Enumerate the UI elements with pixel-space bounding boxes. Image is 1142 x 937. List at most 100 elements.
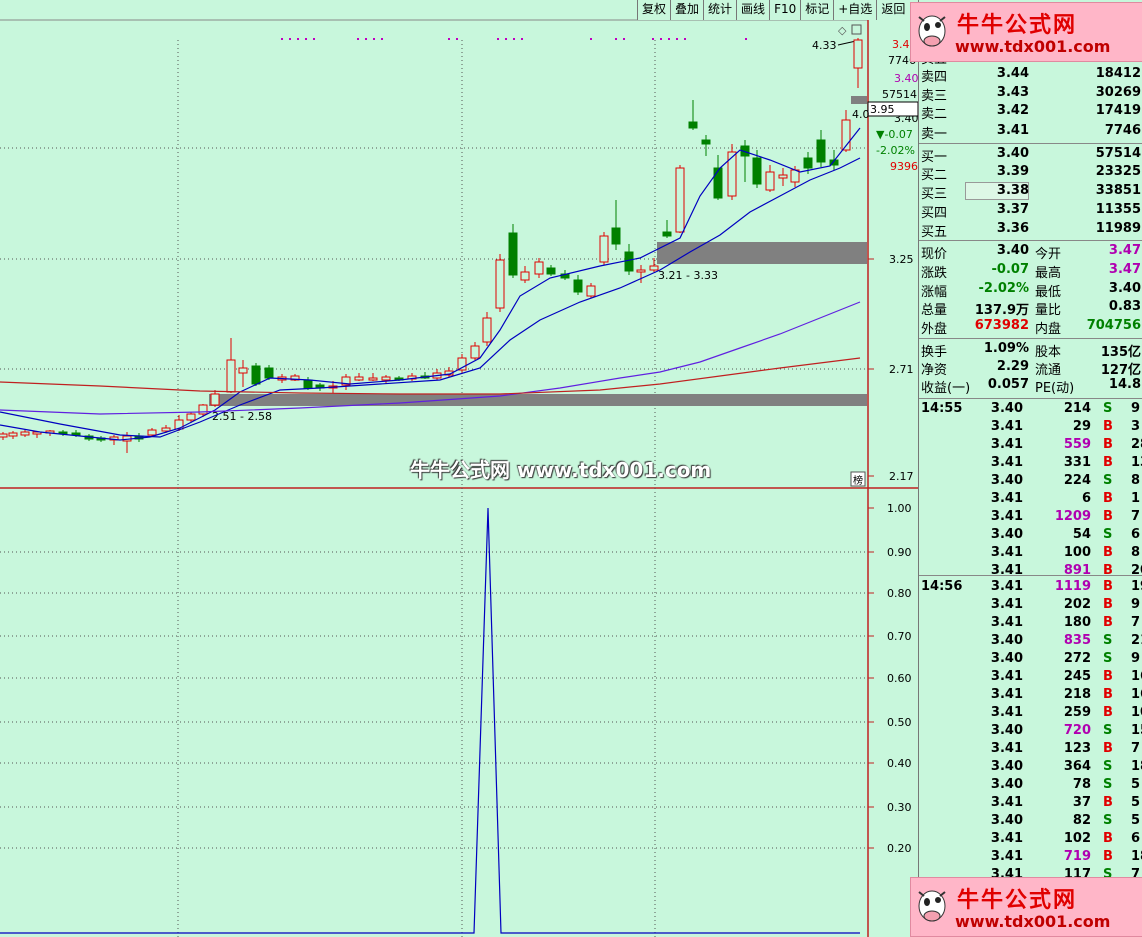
sell-level-label: 卖四 bbox=[921, 70, 948, 85]
tick-side: S bbox=[1103, 473, 1113, 488]
candle-body bbox=[71, 432, 81, 436]
indicator-axis-label: 0.70 bbox=[887, 630, 912, 643]
buy-level-volume: 23325 bbox=[1095, 164, 1141, 179]
signal-dot bbox=[652, 38, 654, 40]
candle-body bbox=[624, 251, 634, 272]
tick-price: 3.41 bbox=[990, 455, 1023, 470]
sell-level-row[interactable]: 卖三 3.43 30269 bbox=[919, 84, 1142, 104]
sell-level-row[interactable]: 卖四 3.44 18412 bbox=[919, 65, 1142, 85]
candle-body bbox=[688, 121, 698, 129]
sell-level-label: 卖一 bbox=[921, 127, 948, 142]
buy-level-volume: 33851 bbox=[1095, 183, 1141, 198]
toolbar-button-3[interactable]: 画线 bbox=[736, 0, 770, 20]
candle-body bbox=[470, 345, 480, 359]
buy-level-row[interactable]: 买五 3.36 11989 bbox=[919, 220, 1142, 240]
candle-body bbox=[752, 157, 762, 185]
candle-body bbox=[701, 139, 711, 145]
overlay-value: -2.02% bbox=[876, 144, 915, 157]
tick-volume: 720 bbox=[1063, 723, 1091, 738]
tick-volume: 1209 bbox=[1054, 509, 1091, 524]
fundamental-row: 收益(一) 0.057 PE(动) 14.8 bbox=[919, 376, 1142, 396]
sell-level-row[interactable]: 卖二 3.42 17419 bbox=[919, 102, 1142, 122]
candle-body bbox=[713, 167, 723, 199]
tick-time: 14:55 bbox=[921, 401, 963, 416]
sell-level-row[interactable]: 卖一 3.41 7746 bbox=[919, 122, 1142, 142]
buy-level-volume: 11355 bbox=[1095, 202, 1141, 217]
fundamental-row: 净资 2.29 流通 127亿 bbox=[919, 358, 1142, 378]
tick-volume: 54 bbox=[1072, 527, 1091, 542]
tick-row: 3.41 719 B 18 bbox=[919, 848, 1142, 866]
tick-volume: 82 bbox=[1072, 813, 1091, 828]
fundamental-row: 换手 1.09% 股本 135亿 bbox=[919, 340, 1142, 360]
tick-row: 3.41 102 B 6 bbox=[919, 830, 1142, 848]
quote-row: 现价 3.40 今开 3.47 bbox=[919, 242, 1142, 262]
tick-volume: 331 bbox=[1063, 455, 1091, 470]
candle-body bbox=[586, 285, 596, 297]
tick-side: B bbox=[1103, 831, 1113, 846]
fundamental-label: 收益(一) bbox=[921, 381, 971, 396]
sell-level-volume: 30269 bbox=[1095, 85, 1141, 100]
toolbar-button-0[interactable]: 复权 bbox=[637, 0, 671, 20]
tick-price: 3.40 bbox=[990, 759, 1023, 774]
buy-level-label: 买五 bbox=[921, 225, 948, 240]
tick-count: 7 bbox=[1131, 615, 1141, 630]
overlay-value: 57514 bbox=[882, 88, 917, 101]
fundamental-label-2: PE(动) bbox=[1035, 381, 1075, 396]
tick-price: 3.41 bbox=[990, 509, 1023, 524]
toolbar-button-5[interactable]: 标记 bbox=[800, 0, 834, 20]
tick-volume: 245 bbox=[1063, 669, 1091, 684]
quote-label: 外盘 bbox=[921, 322, 948, 337]
buy-level-row[interactable]: 买二 3.39 23325 bbox=[919, 163, 1142, 183]
tick-price: 3.41 bbox=[990, 687, 1023, 702]
signal-dot bbox=[745, 38, 747, 40]
candle-body bbox=[790, 169, 800, 183]
badge-url: www.tdx001.com bbox=[955, 912, 1111, 931]
chart-toolbar: 复权 叠加 统计 画线 F10 标记 +自选 返回 bbox=[637, 0, 910, 20]
tick-volume: 29 bbox=[1072, 419, 1091, 434]
sell-level-volume: 17419 bbox=[1095, 103, 1141, 118]
tick-row: 3.41 6 B 1 bbox=[919, 490, 1142, 508]
candle-body bbox=[354, 376, 364, 381]
tick-side: S bbox=[1103, 723, 1113, 738]
tick-side: S bbox=[1103, 633, 1113, 648]
toolbar-button-1[interactable]: 叠加 bbox=[670, 0, 704, 20]
buy-level-price: 3.40 bbox=[996, 146, 1029, 161]
current-price-label: 3.95 bbox=[870, 103, 895, 116]
quote-value: 3.40 bbox=[996, 243, 1029, 258]
tick-count: 16 bbox=[1131, 687, 1142, 702]
tick-row: 3.41 259 B 10 bbox=[919, 704, 1142, 722]
toolbar-button-6[interactable]: +自选 bbox=[833, 0, 877, 20]
toolbar-button-7[interactable]: 返回 bbox=[876, 0, 910, 20]
buy-level-price: 3.39 bbox=[996, 164, 1029, 179]
tick-count: 9 bbox=[1131, 651, 1141, 666]
tick-count: 6 bbox=[1131, 527, 1141, 542]
toolbar-button-4[interactable]: F10 bbox=[769, 0, 801, 20]
cow-icon bbox=[918, 890, 946, 922]
tick-price: 3.41 bbox=[990, 579, 1023, 594]
tick-side: S bbox=[1103, 527, 1113, 542]
quote-label-2: 内盘 bbox=[1035, 322, 1062, 337]
tick-count: 8 bbox=[1131, 473, 1141, 488]
buy-level-row[interactable]: 买一 3.40 57514 bbox=[919, 145, 1142, 165]
buy-level-label: 买三 bbox=[921, 187, 948, 202]
tick-volume: 224 bbox=[1063, 473, 1091, 488]
buy-level-row[interactable]: 买三 3.38 33851 bbox=[919, 182, 1142, 202]
candle-body bbox=[599, 235, 609, 263]
tick-count: 13 bbox=[1131, 455, 1142, 470]
tick-price: 3.40 bbox=[990, 633, 1023, 648]
tick-volume: 180 bbox=[1063, 615, 1091, 630]
fundamental-value: 0.057 bbox=[987, 377, 1029, 392]
candle-body bbox=[649, 265, 659, 271]
buy-level-row[interactable]: 买四 3.37 11355 bbox=[919, 201, 1142, 221]
candle-body bbox=[495, 259, 505, 309]
toolbar-button-2[interactable]: 统计 bbox=[703, 0, 737, 20]
tick-row: 3.41 331 B 13 bbox=[919, 454, 1142, 472]
sell-level-price: 3.44 bbox=[996, 66, 1029, 81]
bang-icon: 榜 bbox=[853, 474, 863, 487]
quote-row: 外盘 673982 内盘 704756 bbox=[919, 317, 1142, 337]
tick-count: 16 bbox=[1131, 669, 1142, 684]
candle-body bbox=[147, 429, 157, 436]
tick-volume: 123 bbox=[1063, 741, 1091, 756]
buy-level-volume: 11989 bbox=[1095, 221, 1141, 236]
tick-volume: 559 bbox=[1063, 437, 1091, 452]
